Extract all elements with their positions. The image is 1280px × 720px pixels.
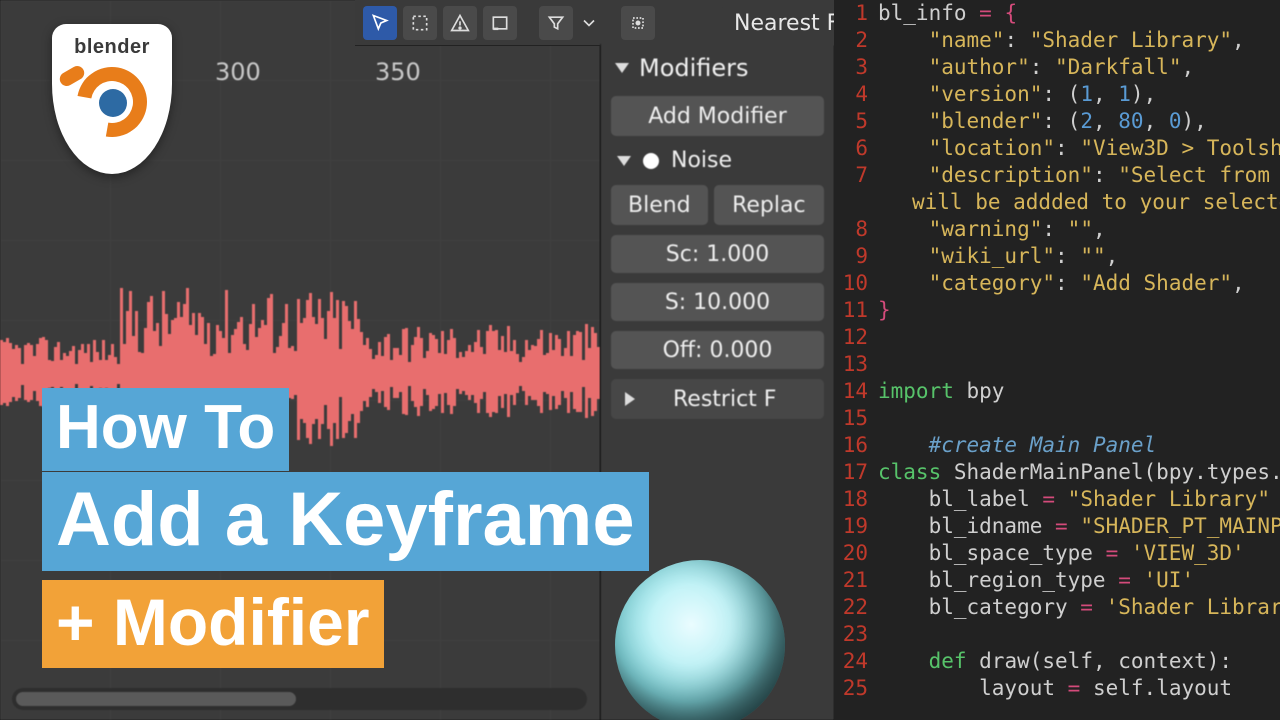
add-modifier-button[interactable]: Add Modifier (611, 96, 824, 136)
code-line[interactable]: 1bl_info = { (834, 0, 1280, 27)
collapse-icon (615, 63, 629, 73)
code-line[interactable]: 5 "blender": (2, 80, 0), (834, 108, 1280, 135)
filter-icon[interactable] (539, 6, 573, 40)
code-line[interactable]: 18 bl_label = "Shader Library" (834, 486, 1280, 513)
strength-field[interactable]: S: 10.000 (611, 283, 824, 321)
enable-toggle-icon[interactable] (643, 153, 659, 169)
blend-mode-dropdown[interactable]: Replac (714, 185, 824, 225)
modifier-name: Noise (671, 148, 732, 173)
modifier-noise-header[interactable]: Noise (611, 146, 824, 175)
timeline-tick: 300 (215, 58, 261, 86)
logo-text: blender (74, 36, 150, 59)
restrict-frame-range[interactable]: Restrict F (611, 379, 824, 419)
text-editor[interactable]: 1bl_info = {2 "name": "Shader Library",3… (834, 0, 1280, 720)
code-line[interactable]: 11} (834, 297, 1280, 324)
code-line[interactable]: 9 "wiki_url": "", (834, 243, 1280, 270)
code-line[interactable]: 15 (834, 405, 1280, 432)
title-line-1: How To (42, 388, 289, 471)
code-line[interactable]: 22 bl_category = 'Shader Library (834, 594, 1280, 621)
scale-field[interactable]: Sc: 1.000 (611, 235, 824, 273)
scrollbar-thumb[interactable] (16, 692, 296, 706)
code-line[interactable]: 3 "author": "Darkfall", (834, 54, 1280, 81)
modifiers-title: Modifiers (639, 54, 749, 82)
expand-icon (625, 392, 635, 406)
warning-icon[interactable] (443, 6, 477, 40)
code-line[interactable]: 2 "name": "Shader Library", (834, 27, 1280, 54)
code-line[interactable]: 6 "location": "View3D > Toolshe (834, 135, 1280, 162)
code-line[interactable]: 19 bl_idname = "SHADER_PT_MAINPA (834, 513, 1280, 540)
chevron-down-icon[interactable] (579, 6, 599, 40)
code-line[interactable]: 4 "version": (1, 1), (834, 81, 1280, 108)
code-line[interactable]: 12 (834, 324, 1280, 351)
modifiers-header[interactable]: Modifiers (601, 44, 834, 92)
code-line[interactable]: 24 def draw(self, context): (834, 648, 1280, 675)
proportional-edit-icon[interactable] (483, 6, 517, 40)
code-line[interactable]: will be addded to your selected o (834, 189, 1280, 216)
code-line[interactable]: 25 layout = self.layout (834, 675, 1280, 702)
code-line[interactable]: 21 bl_region_type = 'UI' (834, 567, 1280, 594)
offset-field[interactable]: Off: 0.000 (611, 331, 824, 369)
cursor-tool-icon[interactable] (363, 6, 397, 40)
horizontal-scrollbar[interactable] (12, 688, 587, 710)
code-line[interactable]: 10 "category": "Add Shader", (834, 270, 1280, 297)
material-preview-sphere (615, 560, 785, 720)
code-line[interactable]: 20 bl_space_type = 'VIEW_3D' (834, 540, 1280, 567)
title-line-3: + Modifier (42, 580, 384, 668)
code-line[interactable]: 7 "description": "Select from t (834, 162, 1280, 189)
timeline-tick: 350 (375, 58, 421, 86)
code-line[interactable]: 13 (834, 351, 1280, 378)
title-line-2: Add a Keyframe (42, 472, 649, 571)
snap-icon[interactable] (621, 6, 655, 40)
box-select-icon[interactable] (403, 6, 437, 40)
code-line[interactable]: 17class ShaderMainPanel(bpy.types.P (834, 459, 1280, 486)
blender-logo-icon (77, 67, 147, 137)
code-line[interactable]: 8 "warning": "", (834, 216, 1280, 243)
collapse-icon (617, 156, 631, 166)
code-line[interactable]: 16 #create Main Panel (834, 432, 1280, 459)
restrict-label: Restrict F (673, 387, 776, 412)
code-line[interactable]: 23 (834, 621, 1280, 648)
blend-label: Blend (611, 185, 708, 225)
code-line[interactable]: 14import bpy (834, 378, 1280, 405)
